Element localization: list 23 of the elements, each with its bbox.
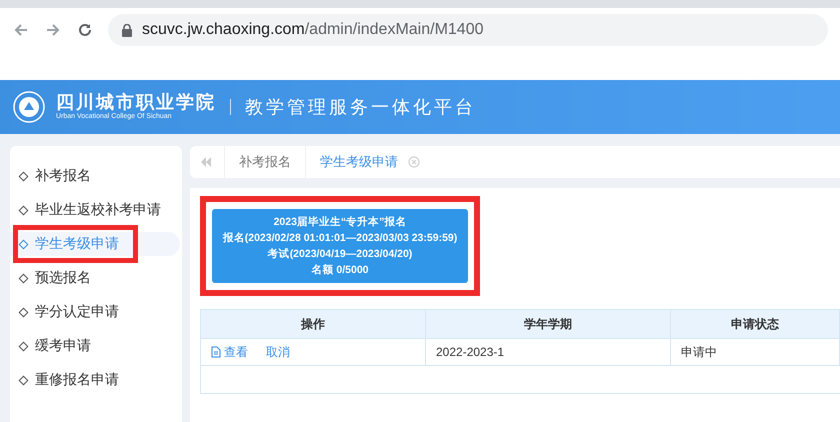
url-host: scuvc.jw.chaoxing.com	[142, 21, 305, 39]
column-header: 申请状态	[671, 310, 840, 339]
reload-icon[interactable]	[76, 21, 94, 39]
url-path: /admin/indexMain/M1400	[304, 21, 484, 39]
sidebar-item[interactable]: 毕业生返校补考申请	[10, 198, 180, 222]
table-cell: 申请中	[671, 339, 840, 366]
page-tab[interactable]: 补考报名	[224, 146, 305, 178]
close-icon[interactable]	[408, 156, 420, 168]
sidebar-item[interactable]: 补考报名	[10, 164, 180, 188]
school-name: 四川城市职业学院	[56, 92, 216, 112]
address-bar[interactable]: scuvc.jw.chaoxing.com/admin/indexMain/M1400	[108, 14, 828, 46]
table-cell: 2022-2023-1	[426, 339, 671, 366]
sidebar-item[interactable]: 学分认定申请	[10, 300, 180, 324]
column-header: 学年学期	[426, 310, 671, 339]
document-icon	[211, 346, 221, 358]
lock-icon	[122, 24, 132, 36]
column-header: 操作	[201, 310, 426, 339]
sidebar-item[interactable]: 预选报名	[10, 266, 180, 290]
platform-title: 教学管理服务一体化平台	[245, 96, 476, 119]
sidebar-item[interactable]: 缓考申请	[10, 334, 180, 358]
sidebar-item[interactable]: 重修报名申请	[10, 368, 180, 392]
school-logo-icon	[12, 90, 46, 124]
scroll-left-icon[interactable]	[200, 157, 212, 167]
